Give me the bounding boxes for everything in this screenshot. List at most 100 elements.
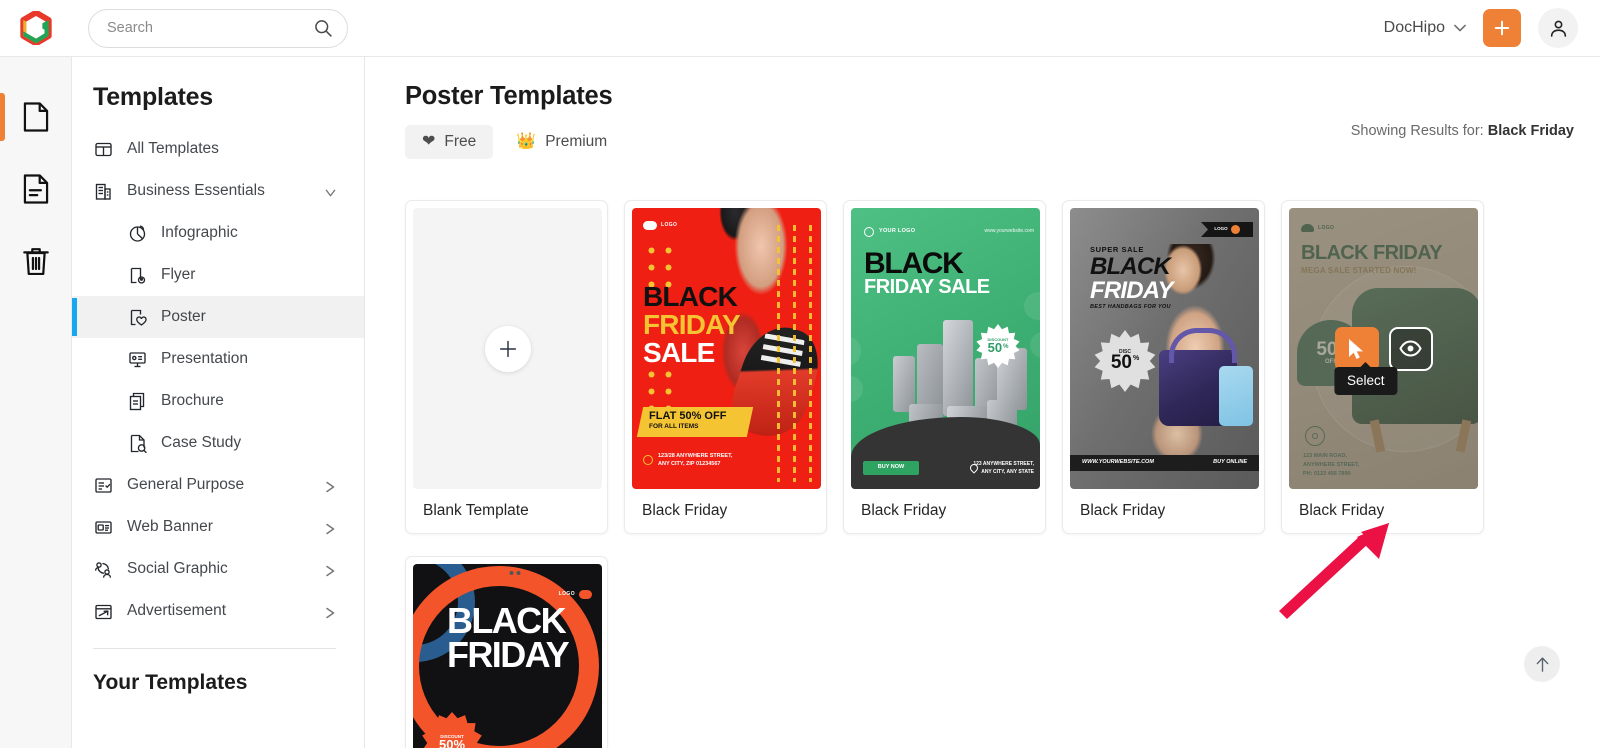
sidebar-item-advertisement[interactable]: Advertisement [72,590,364,632]
template-thumbnail[interactable]: LOGO BLACK FRIDAY SALE FLAT 50% OFF FOR ALL I… [632,208,821,489]
brochure-icon [127,391,148,412]
account-button[interactable] [1538,8,1578,48]
sidebar-item-case-study[interactable]: Case Study [72,422,364,464]
sidebar-item-label: Business Essentials [127,182,265,199]
tab-free[interactable]: ❤ Free [405,125,494,159]
template-thumbnail[interactable]: LOGO SUPER SALE BLACK FRIDAY BEST HANDBAGS F… [1070,208,1259,489]
select-tooltip: Select [1333,366,1398,395]
tab-free-label: Free [444,133,477,150]
poster-badge-pct: % [1132,355,1140,363]
app-logo[interactable] [0,11,72,45]
cursor-icon [1349,338,1363,359]
preview-template-button[interactable] [1388,326,1433,371]
eye-icon [1399,340,1422,357]
template-thumbnail[interactable] [413,208,602,489]
blank-document-icon [23,102,48,132]
poster-badge-num: 50 [987,339,1003,355]
piechart-icon [127,223,148,244]
building-icon [93,181,114,202]
sidebar-item-business-essentials[interactable]: Business Essentials [72,170,364,212]
crown-icon: 👑 [516,133,537,150]
poster-line2: FRIDAY [1090,277,1174,304]
poster-logo: LOGO [661,222,678,229]
chevron-right-icon[interactable] [325,606,336,618]
template-card[interactable]: LOGO BLACK FRIDAY SALE FLAT 50% OFF FOR ALL I… [624,200,827,534]
poster-ribbon2: FOR ALL ITEMS [649,423,699,430]
search-input[interactable] [107,20,313,36]
template-card-label: Black Friday [1080,502,1166,519]
sidebar-item-label: Case Study [161,434,242,451]
poster-website: www.yourwebsite.com [984,228,1034,234]
results-note: Showing Results for: Black Friday [1351,123,1574,139]
poster-addr1: 123 MAIN ROAD, [1303,453,1348,459]
sidebar-item-label: Presentation [161,350,249,367]
user-icon [1550,20,1566,37]
chevron-down-icon[interactable] [325,186,336,197]
search-icon[interactable] [313,18,333,38]
template-thumbnail[interactable]: YOUR LOGO www.yourwebsite.com BLACK FRIDAY … [851,208,1040,489]
rail-item-my-documents[interactable] [0,153,72,225]
template-grid: Blank Template LOGO BLACK FRIDAY SALE FLAT 50… [405,200,1585,748]
sidebar-item-label: General Purpose [127,476,245,493]
poster-line2: FRIDAY [643,309,741,340]
poster-footer-right: BUY ONLINE [1213,459,1247,466]
advertisement-icon [93,601,114,622]
poster-heart-icon [127,307,148,328]
poster-addr1: 123/28 ANYWHERE STREET, [658,453,733,459]
poster-ribbon1: FLAT 50% OFF [649,410,727,422]
poster-sub: MEGA SALE STARTED NOW! [1301,266,1417,275]
poster-addr3: PH: 0123 456 7890 [1303,471,1351,477]
chevron-right-icon[interactable] [325,480,336,492]
template-card-label: Black Friday [1299,502,1385,519]
chevron-down-icon [1454,24,1466,32]
template-card[interactable]: Blank Template [405,200,608,534]
sidebar-list: All Templates Business Essentials Infograp… [72,128,364,632]
sidebar-item-web-banner[interactable]: Web Banner [72,506,364,548]
add-blank-icon[interactable] [484,325,531,372]
tab-premium-label: Premium [545,133,608,150]
sidebar-item-social-graphic[interactable]: Social Graphic [72,548,364,590]
poster-addr2: ANYWHERE STREET, [1303,462,1360,468]
chevron-right-icon[interactable] [325,522,336,534]
chevron-right-icon[interactable] [325,564,336,576]
select-template-button[interactable] [1334,326,1379,371]
poster-addr2: ANY CITY, ANY STATE [981,469,1034,476]
poster-logo: LOGO [1214,226,1228,232]
poster-addr1: 123 ANYWHERE STREET, [973,461,1034,468]
template-card[interactable]: YOUR LOGO www.yourwebsite.com BLACK FRIDAY … [843,200,1046,534]
grid-icon [93,139,114,160]
sidebar-item-label: Poster [161,308,206,325]
poster-badge-pct: % [1003,343,1009,350]
arrow-up-icon [1536,656,1548,672]
sidebar-item-infographic[interactable]: Infographic [72,212,364,254]
rail-item-blank-document[interactable] [0,81,72,153]
sidebar-item-label: All Templates [127,140,219,157]
workspace-name: DocHipo [1383,19,1445,36]
template-card[interactable]: LOGO SUPER SALE BLACK FRIDAY BEST HANDBAGS F… [1062,200,1265,534]
sidebar-item-brochure[interactable]: Brochure [72,380,364,422]
poster-line2: FRIDAY [447,634,570,675]
sidebar-item-presentation[interactable]: Presentation [72,338,364,380]
sidebar-item-general-purpose[interactable]: General Purpose [72,464,364,506]
checklist-icon [93,475,114,496]
template-thumbnail[interactable]: LOGO BLACK FRIDAY MEGA SALE STARTED NOW! 50… [1289,208,1478,489]
social-graphic-icon [93,559,114,580]
sidebar-item-poster[interactable]: Poster [72,296,364,338]
tab-premium[interactable]: 👑 Premium [499,125,624,159]
scroll-to-top-button[interactable] [1524,646,1560,682]
template-thumbnail[interactable]: LOGO BLACK FRIDAY DISCOUNT 50% [413,564,602,748]
rail-item-trash[interactable] [0,225,72,297]
poster-logo: LOGO [1318,224,1335,231]
poster-badge-num: 50 [1110,352,1132,374]
template-card[interactable]: LOGO BLACK FRIDAY MEGA SALE STARTED NOW! 50… [1281,200,1484,534]
search-box[interactable] [88,8,348,48]
poster-badge-num: 50% [438,736,466,748]
trash-icon [22,248,49,276]
template-card-label: Blank Template [423,502,529,519]
workspace-menu[interactable]: DocHipo [1384,19,1466,37]
sidebar-item-label: Social Graphic [127,560,228,577]
create-new-button[interactable] [1483,9,1521,47]
sidebar-item-all-templates[interactable]: All Templates [72,128,364,170]
sidebar-item-flyer[interactable]: Flyer [72,254,364,296]
template-card[interactable]: LOGO BLACK FRIDAY DISCOUNT 50% [405,556,608,748]
